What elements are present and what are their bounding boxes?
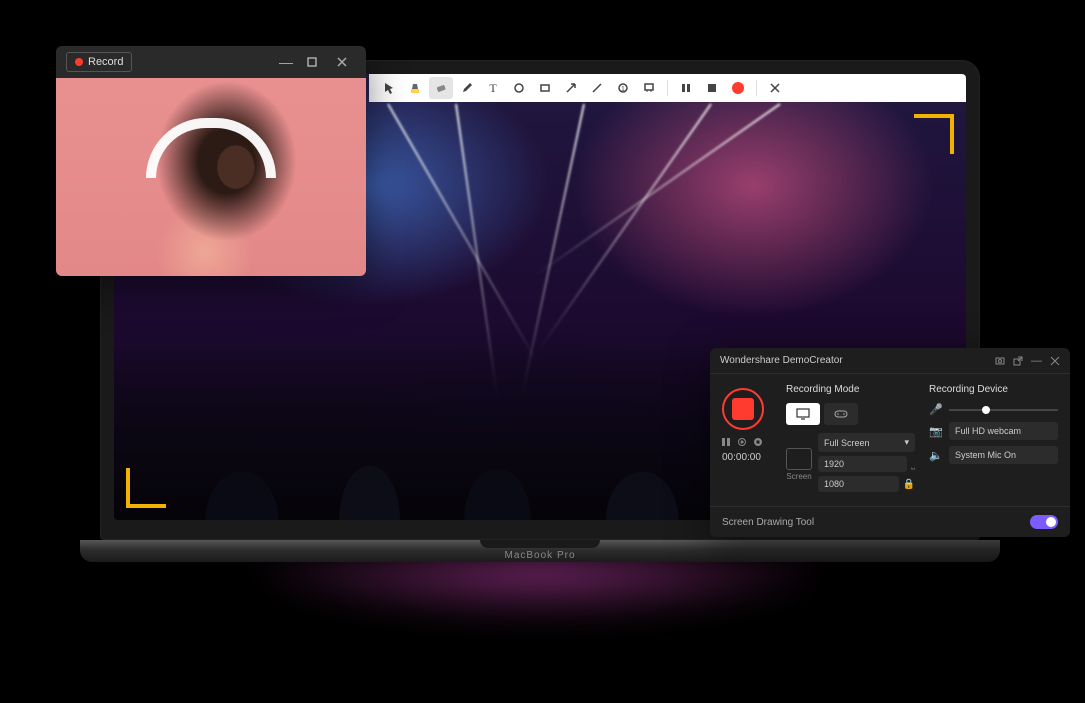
capture-preset-select[interactable]: Full Screen ▾: [818, 433, 915, 452]
stop-small-icon[interactable]: [754, 438, 762, 446]
close-icon[interactable]: [1050, 356, 1060, 366]
panel-title: Wondershare DemoCreator: [720, 355, 843, 366]
lock-bracket-icon: ⎵: [911, 459, 915, 470]
rectangle-tool-icon[interactable]: [533, 77, 557, 99]
capture-marker-bottom-left[interactable]: [126, 468, 166, 508]
chevron-down-icon: ▾: [904, 437, 909, 448]
recording-device-column: Recording Device 🎤 📷 Full HD webcam 🔈 Sy…: [929, 384, 1058, 470]
circle-tool-icon[interactable]: [507, 77, 531, 99]
highlighter-tool-icon[interactable]: [403, 77, 427, 99]
maximize-icon[interactable]: [306, 56, 326, 68]
screenshot-icon[interactable]: [995, 356, 1005, 366]
cursor-tool-icon[interactable]: [377, 77, 401, 99]
webcam-icon[interactable]: 📷: [929, 425, 943, 438]
democreator-titlebar: Wondershare DemoCreator —: [710, 348, 1070, 374]
annotation-toolbar: T 1: [369, 74, 966, 102]
laptop-base: MacBook Pro: [80, 540, 1000, 562]
laptop-label: MacBook Pro: [504, 550, 575, 561]
light-beam: [387, 104, 539, 365]
headphones-graphic: [146, 118, 276, 178]
record-titlebar: Record —: [56, 46, 366, 78]
capture-width-input[interactable]: 1920: [818, 456, 907, 472]
step-tool-icon[interactable]: 1: [611, 77, 635, 99]
record-square-icon: [732, 398, 754, 420]
pen-tool-icon[interactable]: [455, 77, 479, 99]
democreator-panel: Wondershare DemoCreator — 00:00:00 Recor…: [710, 348, 1070, 537]
record-window: Record —: [56, 46, 366, 276]
whiteboard-tool-icon[interactable]: [637, 77, 661, 99]
screen-select-label: Screen: [786, 472, 812, 481]
record-button[interactable]: Record: [66, 52, 132, 72]
microphone-icon[interactable]: 🎤: [929, 403, 943, 416]
minimize-icon[interactable]: —: [276, 54, 296, 70]
svg-text:1: 1: [621, 86, 625, 93]
close-icon[interactable]: [763, 77, 787, 99]
toolbar-separator: [667, 80, 668, 96]
speaker-icon[interactable]: 🔈: [929, 449, 943, 462]
minimize-icon[interactable]: —: [1031, 355, 1042, 367]
webcam-preview: [56, 78, 366, 276]
arrow-tool-icon[interactable]: [559, 77, 583, 99]
capture-preset-value: Full Screen: [824, 438, 870, 448]
drawing-tool-toggle[interactable]: [1030, 515, 1058, 529]
recording-mode-heading: Recording Mode: [786, 384, 915, 395]
mode-tab-game[interactable]: [824, 403, 858, 425]
record-small-icon[interactable]: [738, 438, 746, 446]
pause-icon[interactable]: [722, 438, 730, 446]
record-button-label: Record: [88, 56, 123, 68]
eraser-tool-icon[interactable]: [429, 77, 453, 99]
popout-icon[interactable]: [1013, 356, 1023, 366]
drawing-tool-label: Screen Drawing Tool: [722, 517, 814, 528]
webcam-value: Full HD webcam: [955, 426, 1021, 436]
screen-select-icon[interactable]: [786, 448, 812, 470]
record-dot-icon: [75, 58, 83, 66]
main-record-button[interactable]: [722, 388, 764, 430]
lock-icon[interactable]: 🔒: [903, 479, 915, 490]
recording-timer: 00:00:00: [722, 452, 772, 463]
record-column: 00:00:00: [722, 384, 772, 463]
record-icon[interactable]: [726, 77, 750, 99]
laptop-glow: [90, 555, 990, 685]
recording-device-heading: Recording Device: [929, 384, 1058, 395]
line-tool-icon[interactable]: [585, 77, 609, 99]
toolbar-separator: [756, 80, 757, 96]
light-beam: [538, 103, 712, 350]
webcam-select[interactable]: Full HD webcam: [949, 422, 1058, 440]
system-audio-select[interactable]: System Mic On: [949, 446, 1058, 464]
system-audio-value: System Mic On: [955, 450, 1016, 460]
close-icon[interactable]: [336, 56, 356, 68]
light-beam: [533, 103, 780, 277]
capture-height-input[interactable]: 1080: [818, 476, 899, 492]
transport-controls: [722, 438, 772, 446]
capture-marker-top-right[interactable]: [914, 114, 954, 154]
recording-mode-column: Recording Mode Screen Full Screen ▾ 1920: [786, 384, 915, 496]
democreator-footer: Screen Drawing Tool: [710, 506, 1070, 537]
mic-level-slider[interactable]: [949, 409, 1058, 411]
mode-tab-screen[interactable]: [786, 403, 820, 425]
pause-icon[interactable]: [674, 77, 698, 99]
stop-icon[interactable]: [700, 77, 724, 99]
text-tool-icon[interactable]: T: [481, 77, 505, 99]
